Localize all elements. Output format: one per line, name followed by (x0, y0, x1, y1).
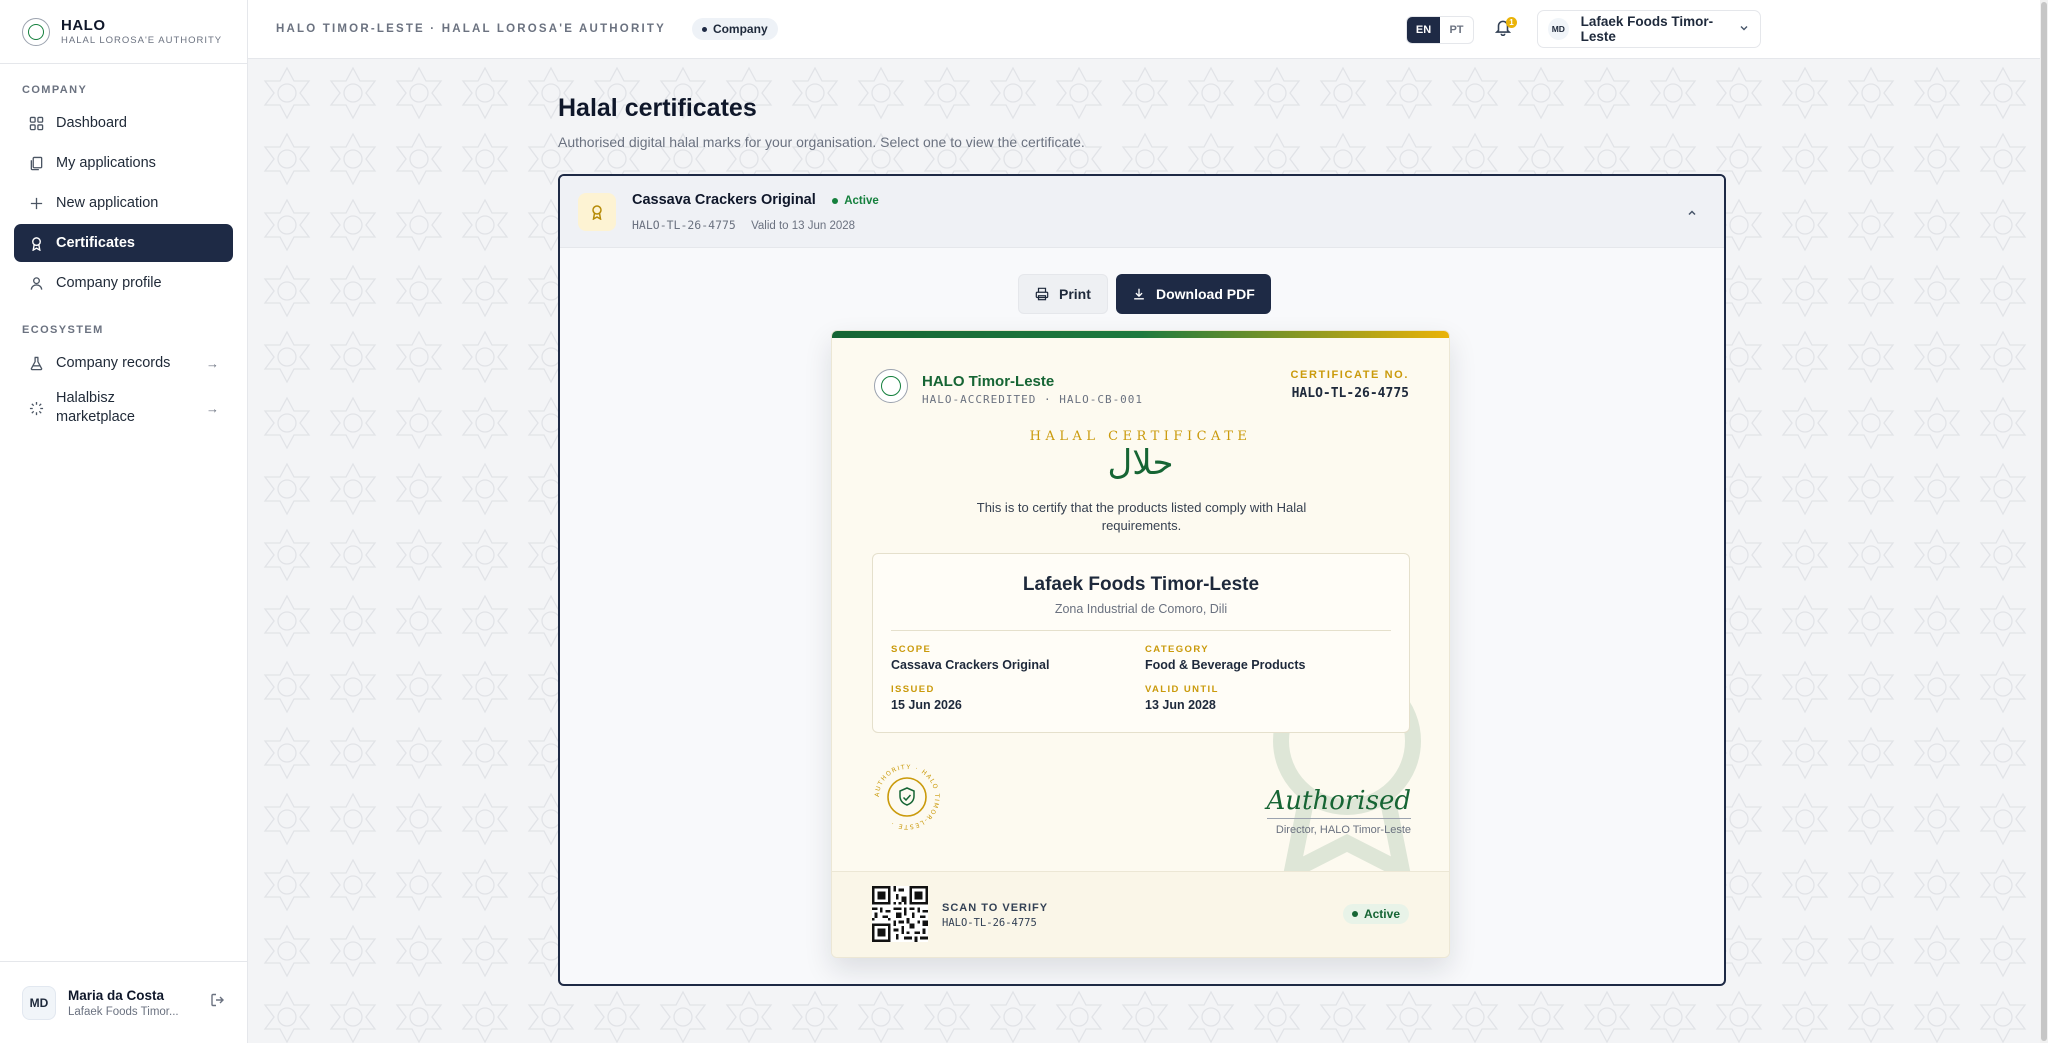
sidebar-item-dashboard[interactable]: Dashboard (14, 104, 233, 142)
sidebar-item-label: Company profile (56, 275, 162, 291)
print-label: Print (1059, 286, 1091, 302)
seal-arc-text: AUTHORITY · HALO TIMOR-LESTE · (874, 764, 940, 830)
halo-logo-icon (22, 17, 50, 46)
arrow-right-icon: → (206, 400, 219, 416)
copy-icon (28, 155, 44, 171)
issued-label: ISSUED (891, 684, 935, 695)
certificate-logo-icon (874, 369, 908, 403)
sidebar-item-certificates[interactable]: Certificates (14, 224, 233, 262)
sidebar-item-label: Halalbisz marketplace (56, 390, 135, 425)
category-label: CATEGORY (1145, 644, 1209, 655)
certificate-status-badge: Active (1342, 904, 1409, 924)
certificate-item-number: HALO-TL-26-4775 (632, 218, 736, 232)
issued-value: 15 Jun 2026 (891, 698, 962, 712)
plus-icon (28, 195, 44, 211)
certificate-no: HALO-TL-26-4775 (1291, 386, 1409, 401)
scrollbar-thumb[interactable] (2041, 2, 2047, 1041)
org-avatar: MD (1548, 18, 1569, 40)
award-icon (28, 235, 44, 251)
nav-section-ecosystem: ECOSYSTEM (22, 324, 104, 336)
scope-value: Cassava Crackers Original (891, 658, 1050, 672)
certificate-list-item[interactable]: Cassava Crackers Original Active HALO-TL… (560, 176, 1724, 248)
main-content: Halal certificates Authorised digital ha… (248, 60, 2040, 1043)
printer-icon (1035, 287, 1049, 301)
divider (891, 630, 1391, 631)
sidebar: HALO HALAL LOROSA'E AUTHORITY COMPANY Da… (0, 0, 248, 1043)
grid-icon (28, 115, 44, 131)
certificate-item-validity: Valid to 13 Jun 2028 (751, 220, 856, 232)
certificate-document: HALO Timor-Leste HALO-ACCREDITED · HALO-… (831, 330, 1450, 958)
seal-arc-path: AUTHORITY · HALO TIMOR-LESTE · (874, 764, 939, 830)
certified-company: Lafaek Foods Timor-Leste (1022, 574, 1260, 595)
print-button[interactable]: Print (1018, 274, 1108, 314)
certificate-title: HALAL CERTIFICATE (1029, 429, 1252, 444)
certificate-accreditation: HALO-ACCREDITED · HALO-CB-001 (922, 393, 1144, 406)
flask-icon (28, 355, 44, 371)
brand[interactable]: HALO HALAL LOROSA'E AUTHORITY (0, 0, 247, 64)
sidebar-item-label: Company records (56, 355, 171, 371)
page-title: Halal certificates (558, 94, 757, 122)
lang-en-button[interactable]: EN (1407, 17, 1440, 43)
logout-icon[interactable] (210, 992, 226, 1013)
sidebar-item-company-records[interactable]: Company records → (14, 344, 233, 382)
sidebar-item-label: Certificates (56, 235, 135, 251)
nav-section-company: COMPANY (22, 84, 88, 96)
org-switcher[interactable]: MD Lafaek Foods Timor-Leste (1537, 10, 1761, 48)
sidebar-item-new-application[interactable]: New application (14, 184, 233, 222)
certificate-accent-bar (832, 331, 1449, 338)
role-pill-label: Company (712, 22, 768, 36)
certificate-item-name: Cassava Crackers Original (632, 192, 816, 208)
user-name: Maria da Costa (68, 987, 165, 1003)
lang-pt-button[interactable]: PT (1440, 17, 1473, 43)
page-subtitle: Authorised digital halal marks for your … (558, 134, 1085, 150)
chevron-up-icon[interactable] (1686, 206, 1698, 224)
avatar[interactable]: MD (22, 985, 56, 1020)
org-name: Lafaek Foods Timor-Leste (1580, 14, 1714, 44)
role-pill: Company (691, 18, 778, 40)
brand-name: HALO (61, 17, 106, 34)
arrow-right-icon: → (206, 355, 219, 371)
sidebar-item-halalbisz-marketplace[interactable]: Halalbisz marketplace → (14, 384, 233, 432)
authority-seal-icon: AUTHORITY · HALO TIMOR-LESTE · AUTHORITY… (874, 764, 940, 830)
certificate-statement: This is to certify that the products lis… (976, 500, 1307, 533)
user-org: Lafaek Foods Timor... (68, 1005, 179, 1018)
user-icon (28, 275, 44, 291)
category-value: Food & Beverage Products (1145, 658, 1306, 672)
sidebar-item-company-profile[interactable]: Company profile (14, 264, 233, 302)
chevron-down-icon (1738, 22, 1750, 37)
certificate-status: Active (1363, 907, 1400, 921)
sidebar-item-label: My applications (56, 155, 156, 171)
download-pdf-button[interactable]: Download PDF (1116, 274, 1271, 314)
sidebar-item-my-applications[interactable]: My applications (14, 144, 233, 182)
valid-until-value: 13 Jun 2028 (1145, 698, 1216, 712)
award-icon (578, 192, 616, 231)
scan-to-verify-label: SCAN TO VERIFY (942, 902, 1049, 914)
download-icon (1134, 288, 1144, 300)
sidebar-item-label: New application (56, 195, 159, 211)
status-label: Active (844, 195, 879, 207)
valid-until-label: VALID UNTIL (1145, 684, 1219, 695)
certificate-issuer: HALO Timor-Leste (922, 373, 1055, 390)
certificate-no-label: CERTIFICATE NO. (1290, 369, 1409, 381)
certificate-panel: Cassava Crackers Original Active HALO-TL… (558, 174, 1726, 986)
arabic-halal-mark: حلال (1107, 444, 1174, 482)
certificate-details-box: Lafaek Foods Timor-Leste Zona Industrial… (872, 553, 1410, 733)
brand-subtitle: HALAL LOROSA'E AUTHORITY (61, 35, 223, 46)
scope-label: SCOPE (891, 644, 932, 655)
notification-count-badge: 1 (1506, 17, 1517, 28)
topbar: HALO TIMOR-LESTE · HALAL LOROSA'E AUTHOR… (248, 0, 2040, 59)
status-badge: Active (832, 195, 879, 207)
download-pdf-label: Download PDF (1156, 286, 1255, 302)
user-box: MD Maria da Costa Lafaek Foods Timor... (0, 961, 248, 1043)
certificate-footer: SCAN TO VERIFY HALO-TL-26-4775 Active (832, 871, 1449, 957)
breadcrumb: HALO TIMOR-LESTE · HALAL LOROSA'E AUTHOR… (276, 23, 666, 35)
qr-code-icon[interactable] (872, 886, 928, 942)
language-switch: EN PT (1406, 16, 1474, 44)
authorised-signature: Authorised (1266, 786, 1411, 819)
scan-certificate-no: HALO-TL-26-4775 (942, 917, 1037, 929)
signatory-title: Director, HALO Timor-Leste (1275, 824, 1411, 836)
sparkle-icon (28, 400, 44, 416)
sidebar-item-label: Dashboard (56, 115, 127, 131)
company-address: Zona Industrial de Comoro, Dili (1054, 602, 1228, 616)
